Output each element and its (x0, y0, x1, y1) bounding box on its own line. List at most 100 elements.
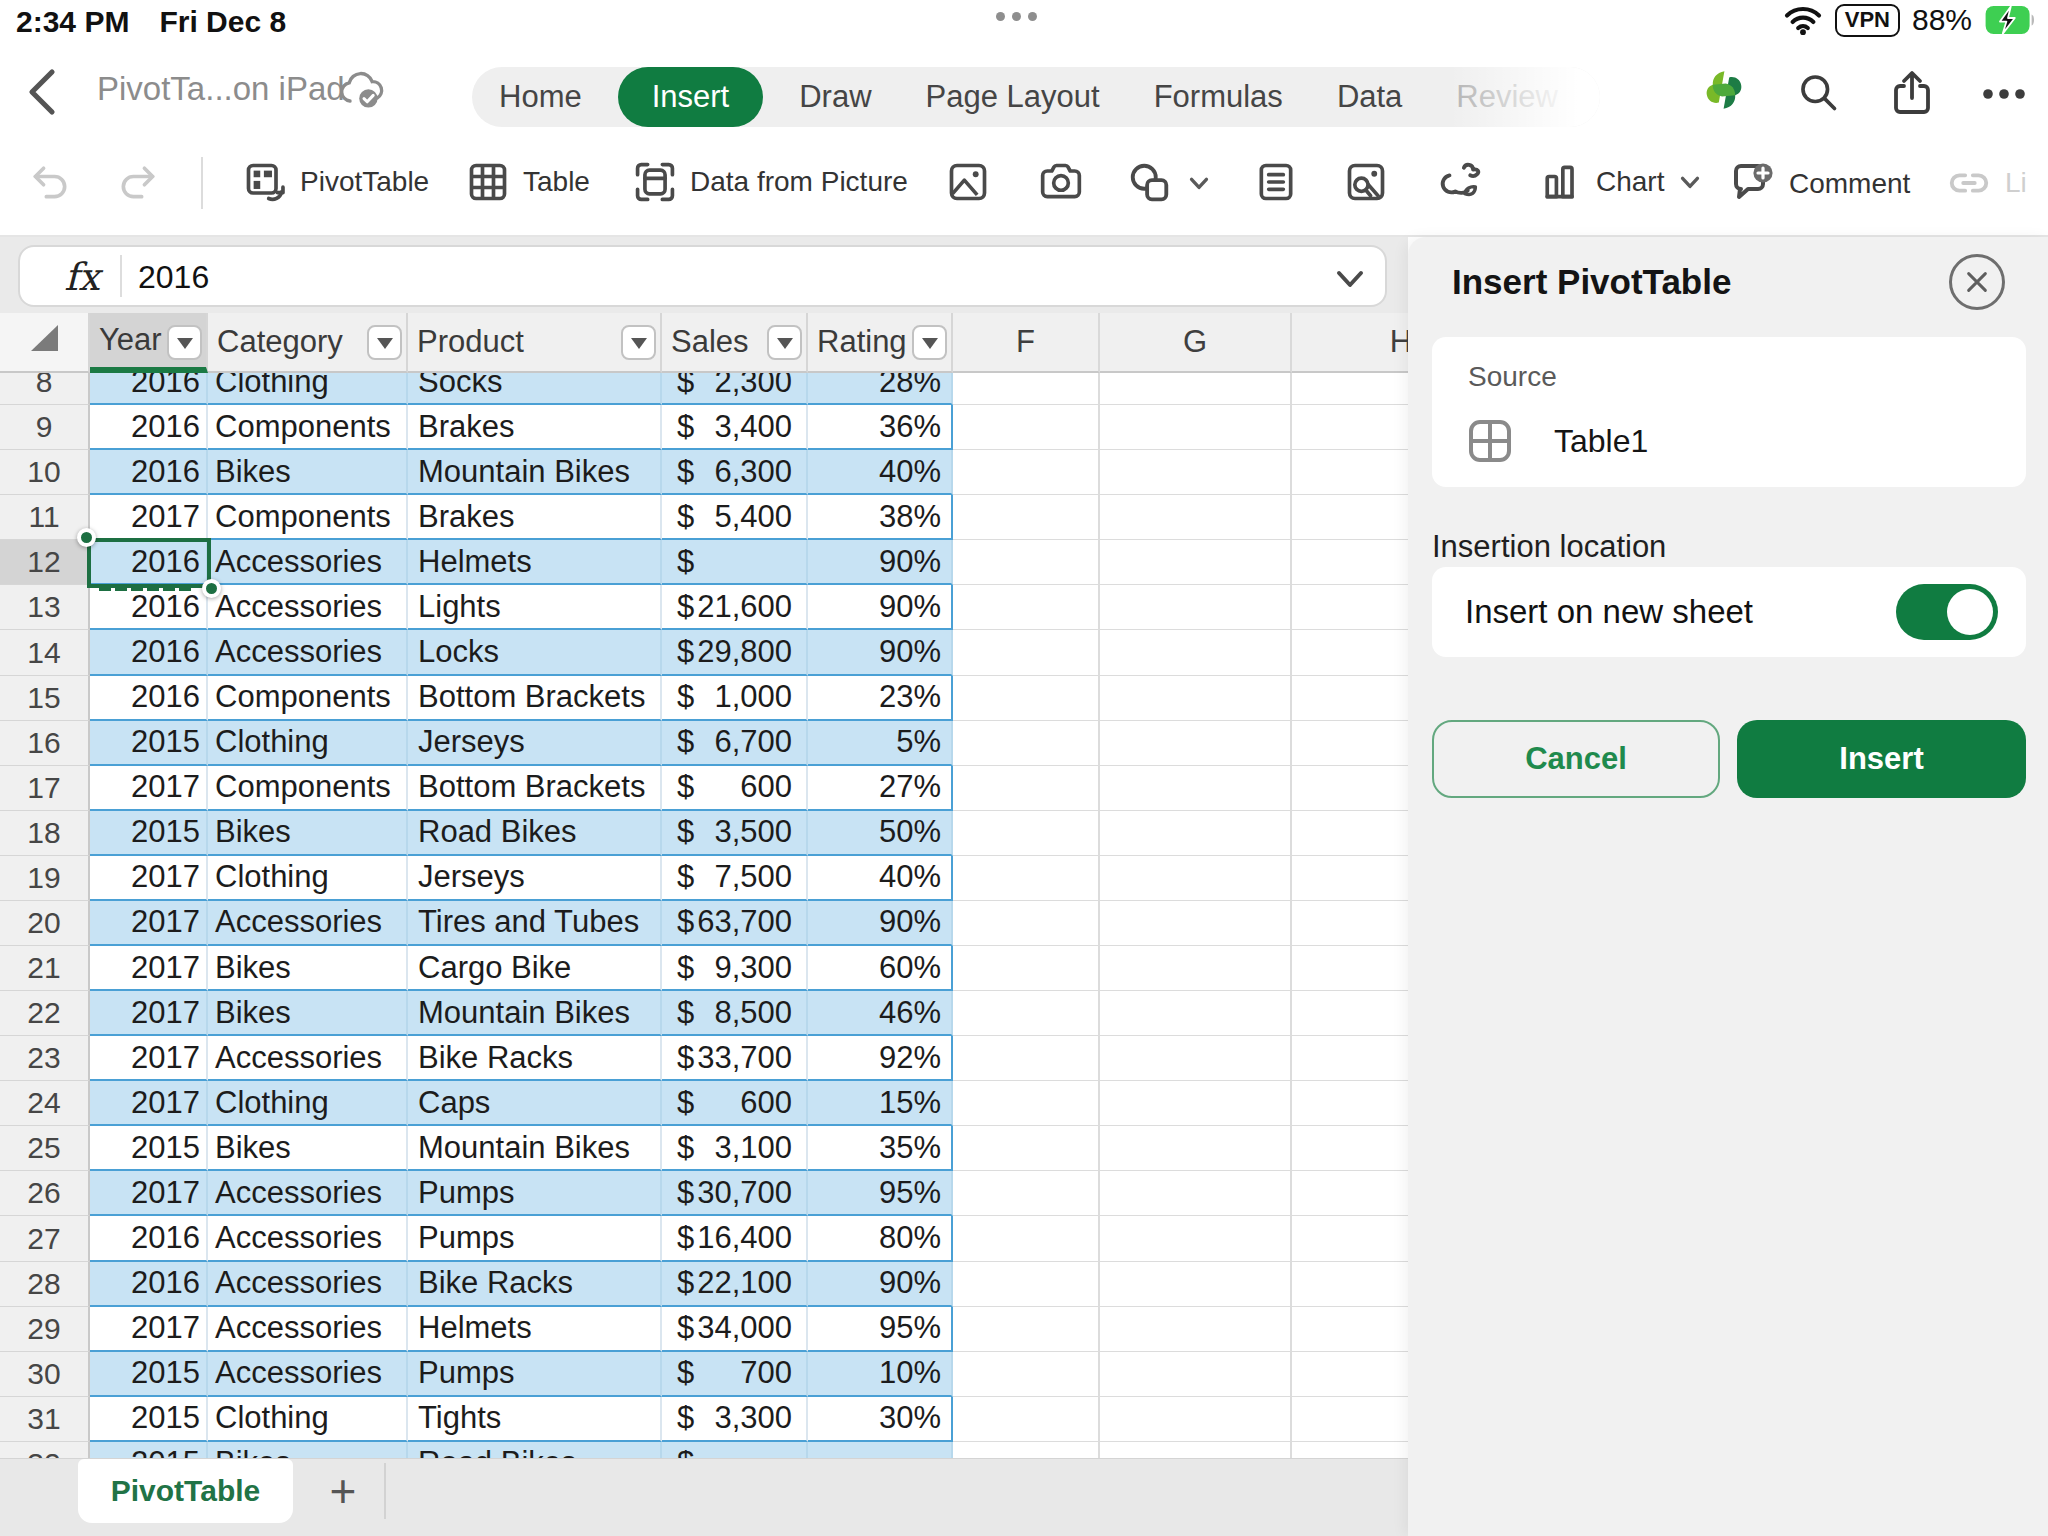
cell-sales[interactable]: $ (662, 540, 808, 585)
row-header[interactable]: 29 (0, 1307, 90, 1352)
cell-f[interactable] (953, 1171, 1100, 1216)
camera-button[interactable] (1039, 160, 1083, 204)
cell-g[interactable] (1100, 1397, 1292, 1442)
cell-h[interactable] (1292, 1397, 1408, 1442)
cell-g[interactable] (1100, 630, 1292, 675)
cell-f[interactable] (953, 1216, 1100, 1261)
insert-on-new-sheet-toggle[interactable] (1896, 584, 1998, 640)
cell-h[interactable] (1292, 1262, 1408, 1307)
cell-sales[interactable]: $600 (662, 766, 808, 811)
data-from-picture-button[interactable]: Data from Picture (633, 160, 908, 204)
row-header[interactable]: 15 (0, 676, 90, 721)
close-panel-button[interactable] (1949, 254, 2005, 310)
picture-search-button[interactable] (1344, 160, 1388, 204)
cell-h[interactable] (1292, 991, 1408, 1036)
cell-product[interactable]: Brakes (408, 405, 662, 450)
cell-f[interactable] (953, 1126, 1100, 1171)
insert-picture-button[interactable] (946, 160, 990, 204)
cell-rating[interactable]: 46% (808, 991, 953, 1036)
cell-sales[interactable]: $33,700 (662, 1036, 808, 1081)
cell-f[interactable] (953, 450, 1100, 495)
sheet-tab-pivottable[interactable]: PivotTable (78, 1459, 293, 1523)
cell-product[interactable]: Pumps (408, 1352, 662, 1397)
row-header[interactable]: 20 (0, 901, 90, 946)
cell-rating[interactable] (808, 1442, 953, 1458)
cell-h[interactable] (1292, 1352, 1408, 1397)
comment-button[interactable]: Comment (1728, 160, 1910, 208)
cell-f[interactable] (953, 1397, 1100, 1442)
cell-rating[interactable]: 36% (808, 405, 953, 450)
cell-product[interactable]: Brakes (408, 495, 662, 540)
cell-year[interactable]: 2016 (90, 450, 208, 495)
cell-rating[interactable]: 40% (808, 856, 953, 901)
cell-h[interactable] (1292, 676, 1408, 721)
cell-category[interactable]: Clothing (208, 1081, 408, 1126)
cancel-button[interactable]: Cancel (1432, 720, 1720, 798)
cell-h[interactable] (1292, 1171, 1408, 1216)
cell-rating[interactable]: 23% (808, 676, 953, 721)
cell-category[interactable]: Clothing (208, 721, 408, 766)
cell-year[interactable]: 2017 (90, 1081, 208, 1126)
cell-sales[interactable]: $21,600 (662, 585, 808, 630)
cell-rating[interactable]: 90% (808, 585, 953, 630)
cell-rating[interactable]: 35% (808, 1126, 953, 1171)
formula-bar[interactable]: fx 2016 (18, 245, 1387, 307)
cell-year[interactable]: 2015 (90, 721, 208, 766)
cell-f[interactable] (953, 1081, 1100, 1126)
cell-product[interactable]: Bottom Brackets (408, 766, 662, 811)
ribbon-tab-formulas[interactable]: Formulas (1127, 79, 1310, 115)
cell-category[interactable]: Components (208, 495, 408, 540)
cell-f[interactable] (953, 901, 1100, 946)
cell-product[interactable]: Helmets (408, 540, 662, 585)
source-card[interactable]: Source Table1 (1432, 337, 2026, 487)
cell-year[interactable]: 2017 (90, 495, 208, 540)
cell-year[interactable]: 2015 (90, 1397, 208, 1442)
filter-button-year[interactable] (167, 325, 202, 360)
cell-sales[interactable]: $7,500 (662, 856, 808, 901)
cell-g[interactable] (1100, 540, 1292, 585)
cell-year[interactable]: 2017 (90, 766, 208, 811)
cell-sales[interactable]: $22,100 (662, 1262, 808, 1307)
column-header-rating[interactable]: Rating (808, 313, 953, 373)
chart-button[interactable]: Chart (1539, 160, 1703, 204)
cell-rating[interactable]: 27% (808, 766, 953, 811)
cell-year[interactable]: 2017 (90, 1171, 208, 1216)
link-button[interactable]: Li (1946, 160, 2027, 206)
cell-f[interactable] (953, 495, 1100, 540)
cell-g[interactable] (1100, 676, 1292, 721)
cell-g[interactable] (1100, 811, 1292, 856)
cell-year[interactable]: 2017 (90, 946, 208, 991)
cell-rating[interactable]: 95% (808, 1171, 953, 1216)
cell-sales[interactable]: $29,800 (662, 630, 808, 675)
cell-h[interactable] (1292, 1442, 1408, 1458)
row-header[interactable]: 16 (0, 721, 90, 766)
cell-f[interactable] (953, 766, 1100, 811)
selected-cell-outline[interactable] (87, 538, 211, 588)
cell-category[interactable]: Accessories (208, 585, 408, 630)
document-title[interactable]: PivotTa...on iPad (97, 70, 345, 108)
cell-rating[interactable]: 90% (808, 901, 953, 946)
ribbon-tab-review[interactable]: Review (1429, 79, 1585, 115)
cell-product[interactable]: Mountain Bikes (408, 450, 662, 495)
cell-category[interactable]: Bikes (208, 1442, 408, 1458)
cell-g[interactable] (1100, 495, 1292, 540)
cell-product[interactable]: Locks (408, 630, 662, 675)
row-header[interactable]: 25 (0, 1126, 90, 1171)
cell-category[interactable]: Accessories (208, 1171, 408, 1216)
cell-g[interactable] (1100, 856, 1292, 901)
cell-g[interactable] (1100, 1262, 1292, 1307)
cell-h[interactable] (1292, 901, 1408, 946)
cell-sales[interactable]: $34,000 (662, 1307, 808, 1352)
cell-h[interactable] (1292, 946, 1408, 991)
ribbon-tab-home[interactable]: Home (472, 79, 609, 115)
selection-handle-bottom-right[interactable] (202, 579, 221, 598)
cell-product[interactable]: Helmets (408, 1307, 662, 1352)
multitask-indicator-icon[interactable] (996, 12, 1037, 21)
cell-f[interactable] (953, 1262, 1100, 1307)
more-menu-icon[interactable] (1980, 86, 2028, 102)
cell-sales[interactable]: $6,300 (662, 450, 808, 495)
cell-rating[interactable]: 90% (808, 540, 953, 585)
cell-rating[interactable]: 90% (808, 1262, 953, 1307)
cell-g[interactable] (1100, 1081, 1292, 1126)
cell-g[interactable] (1100, 1126, 1292, 1171)
